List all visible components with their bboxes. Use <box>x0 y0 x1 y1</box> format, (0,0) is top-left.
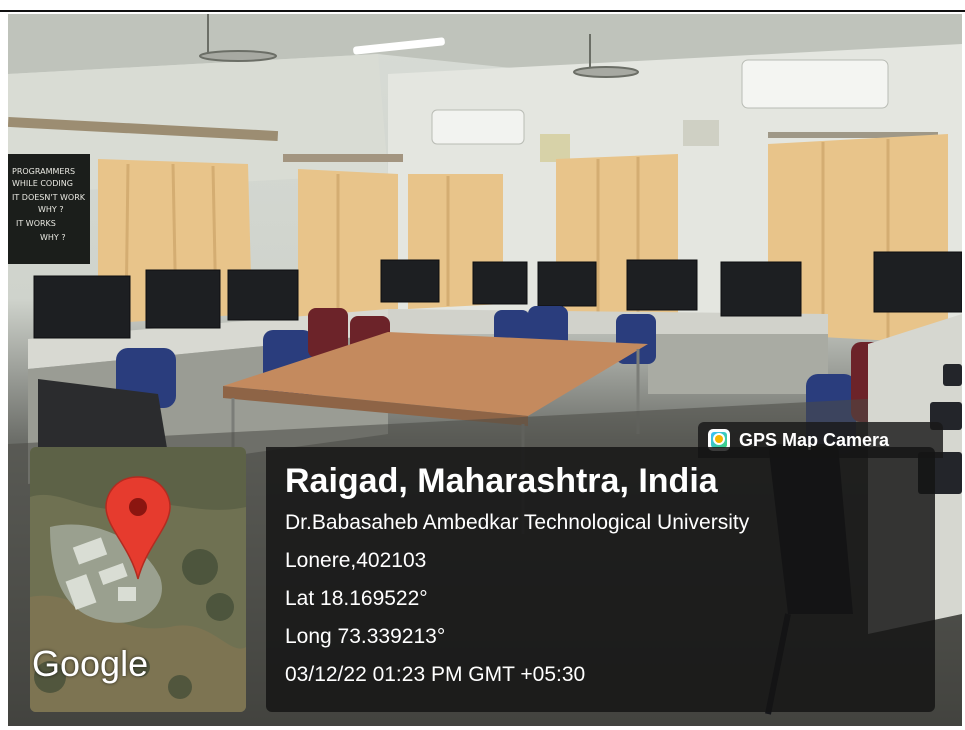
image-frame: PROGRAMMERS WHILE CODING IT DOESN'T WORK… <box>0 0 965 730</box>
top-border-line <box>0 10 965 12</box>
blackboard-line: PROGRAMMERS <box>12 167 75 176</box>
address-line: Dr.Babasaheb Ambedkar Technological Univ… <box>285 511 750 534</box>
location-info-panel: Raigad, Maharashtra, India Dr.Babasaheb … <box>266 447 935 712</box>
datetime-line: 03/12/22 01:23 PM GMT +05:30 <box>285 663 586 686</box>
satellite-map-thumbnail: Google <box>30 447 246 712</box>
place-title: Raigad, Maharashtra, India <box>285 462 718 500</box>
latitude-line: Lat 18.169522° <box>285 587 428 610</box>
google-logo: Google <box>32 643 149 684</box>
blackboard-line: WHY ? <box>40 233 66 242</box>
longitude-line: Long 73.339213° <box>285 625 446 648</box>
locality-line: Lonere,402103 <box>285 549 427 572</box>
blackboard-line: WHILE CODING <box>12 179 73 188</box>
blackboard-line: IT DOESN'T WORK <box>12 193 86 202</box>
blackboard-line: IT WORKS <box>16 219 56 228</box>
blackboard-line: WHY ? <box>38 205 64 214</box>
